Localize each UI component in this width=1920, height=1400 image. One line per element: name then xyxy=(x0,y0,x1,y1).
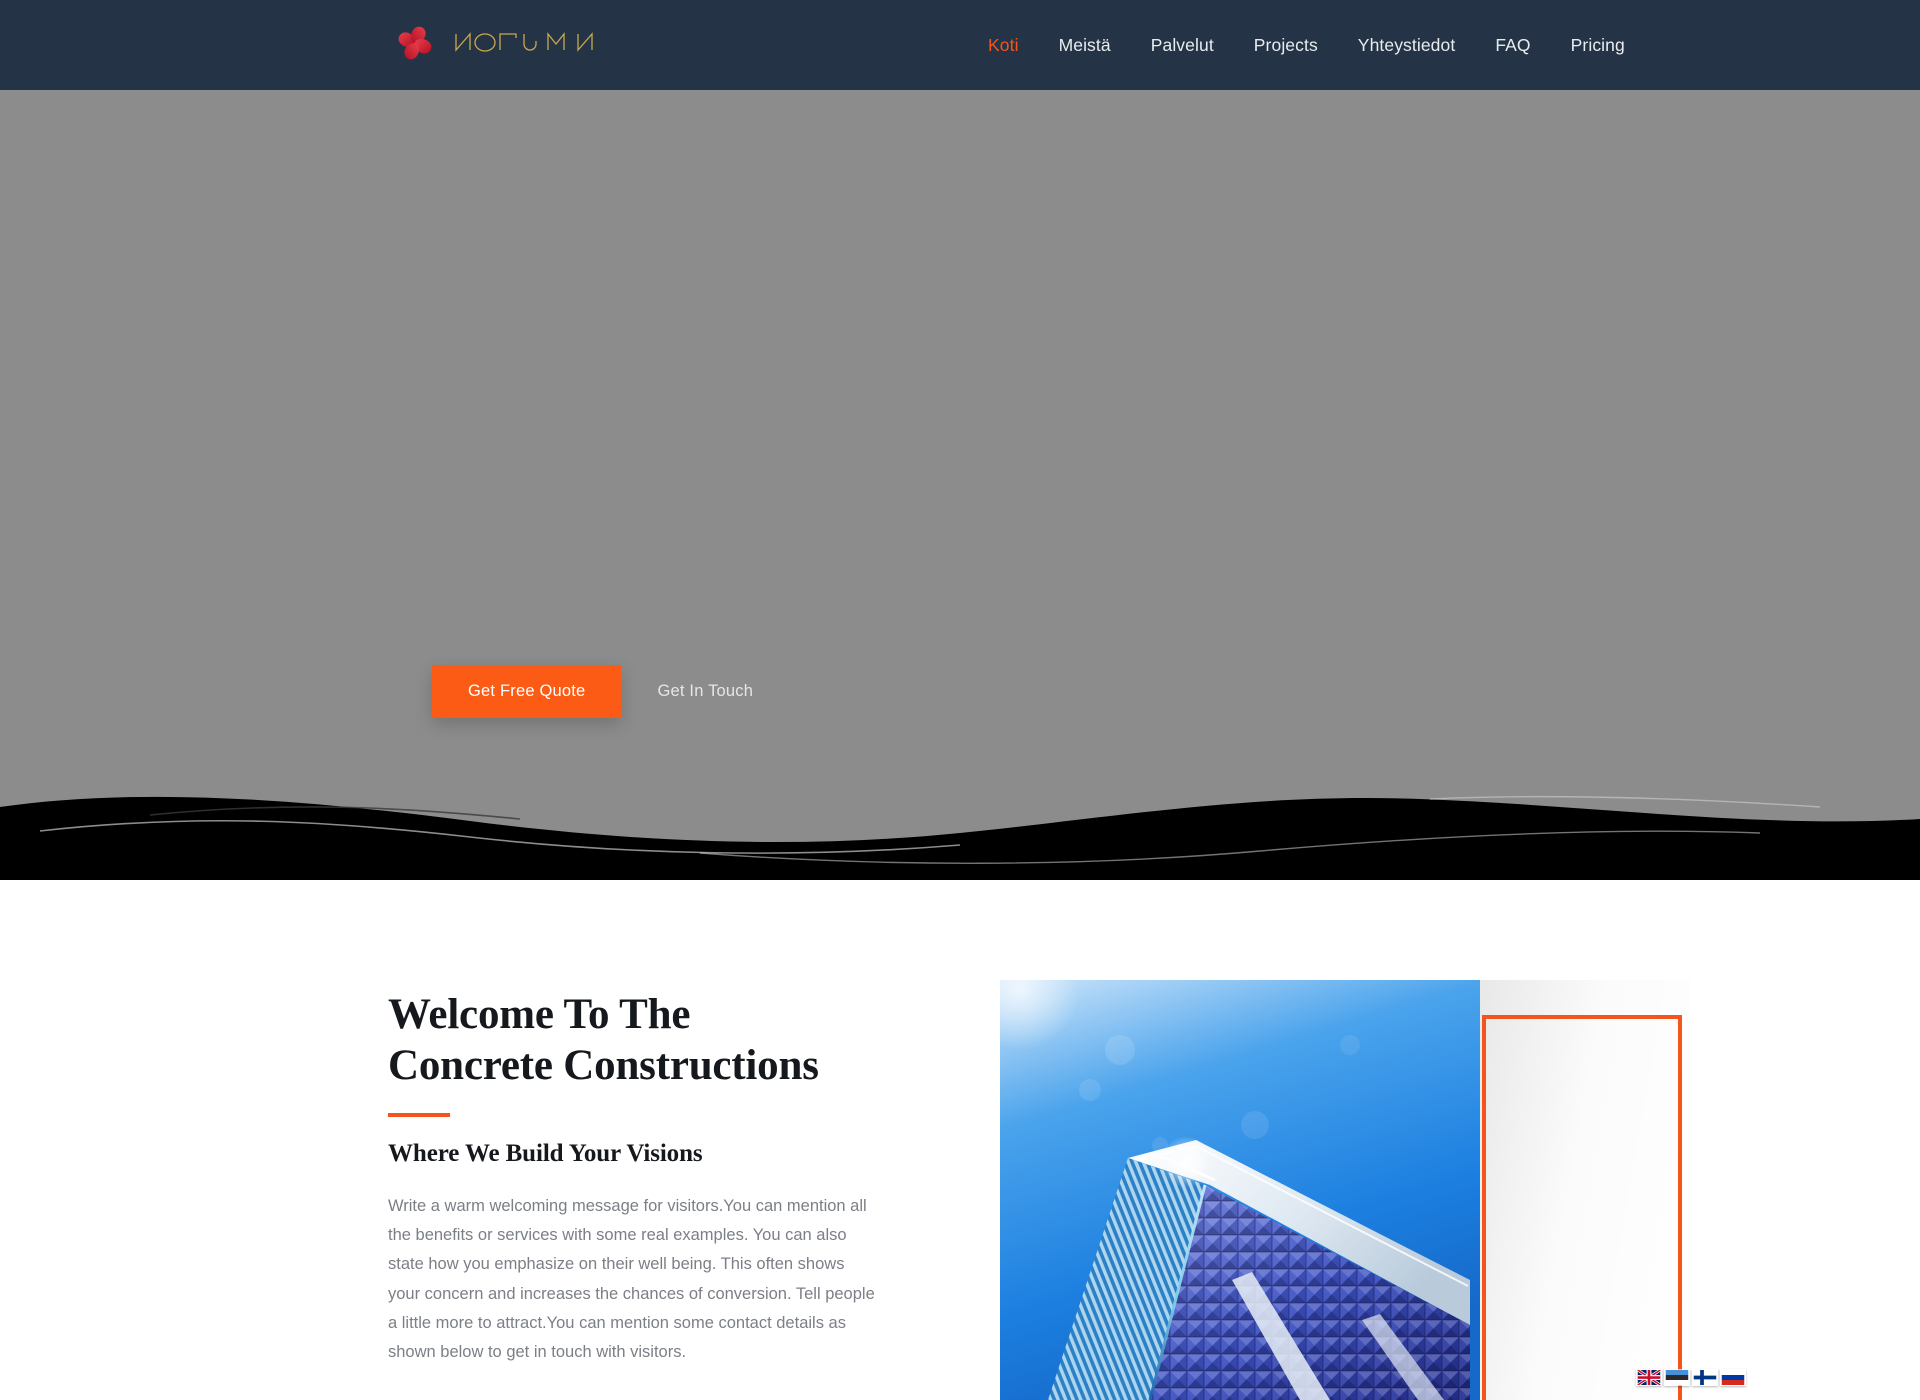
get-free-quote-button[interactable]: Get Free Quote xyxy=(432,665,622,718)
flag-finland-icon[interactable] xyxy=(1692,1369,1718,1386)
main-navigation: Koti Meistä Palvelut Projects Yhteystied… xyxy=(968,0,1645,90)
welcome-body-text: Write a warm welcoming message for visit… xyxy=(388,1196,875,1361)
hero-wave-divider xyxy=(0,795,1920,880)
nav-item-koti[interactable]: Koti xyxy=(968,0,1039,90)
brand-logo[interactable] xyxy=(392,20,612,66)
accent-rule xyxy=(388,1113,450,1118)
nav-item-meista[interactable]: Meistä xyxy=(1039,0,1131,90)
site-header: Koti Meistä Palvelut Projects Yhteystied… xyxy=(0,0,1920,90)
hero-action-buttons: Get Free Quote Get In Touch xyxy=(432,665,785,718)
flag-estonia-icon[interactable] xyxy=(1664,1369,1690,1386)
welcome-heading-line2: Concrete Constructions xyxy=(388,1041,819,1089)
hero-section: Get Free Quote Get In Touch xyxy=(0,90,1920,880)
language-switcher xyxy=(1636,1369,1746,1386)
flag-united-kingdom-icon[interactable] xyxy=(1636,1369,1662,1386)
welcome-heading: Welcome To The Concrete Constructions xyxy=(388,990,878,1091)
nav-item-projects[interactable]: Projects xyxy=(1234,0,1338,90)
page-root: Koti Meistä Palvelut Projects Yhteystied… xyxy=(0,0,1920,1400)
welcome-text-block: Welcome To The Concrete Constructions Wh… xyxy=(388,990,878,1367)
get-in-touch-button[interactable]: Get In Touch xyxy=(625,665,785,718)
welcome-subheading: Where We Build Your Visions xyxy=(388,1140,703,1168)
welcome-media-block xyxy=(1000,980,1690,1400)
welcome-heading-line1: Welcome To The xyxy=(388,991,691,1038)
pinwheel-logo-icon xyxy=(398,26,432,60)
brand-wordmark-icon xyxy=(455,32,593,52)
nav-item-faq[interactable]: FAQ xyxy=(1475,0,1550,90)
nav-item-palvelut[interactable]: Palvelut xyxy=(1131,0,1234,90)
nav-item-pricing[interactable]: Pricing xyxy=(1551,0,1645,90)
skyscraper-photo xyxy=(1000,980,1480,1400)
media-accent-frame xyxy=(1482,1015,1682,1400)
nav-item-yhteystiedot[interactable]: Yhteystiedot xyxy=(1338,0,1476,90)
flag-russia-icon[interactable] xyxy=(1720,1369,1746,1386)
